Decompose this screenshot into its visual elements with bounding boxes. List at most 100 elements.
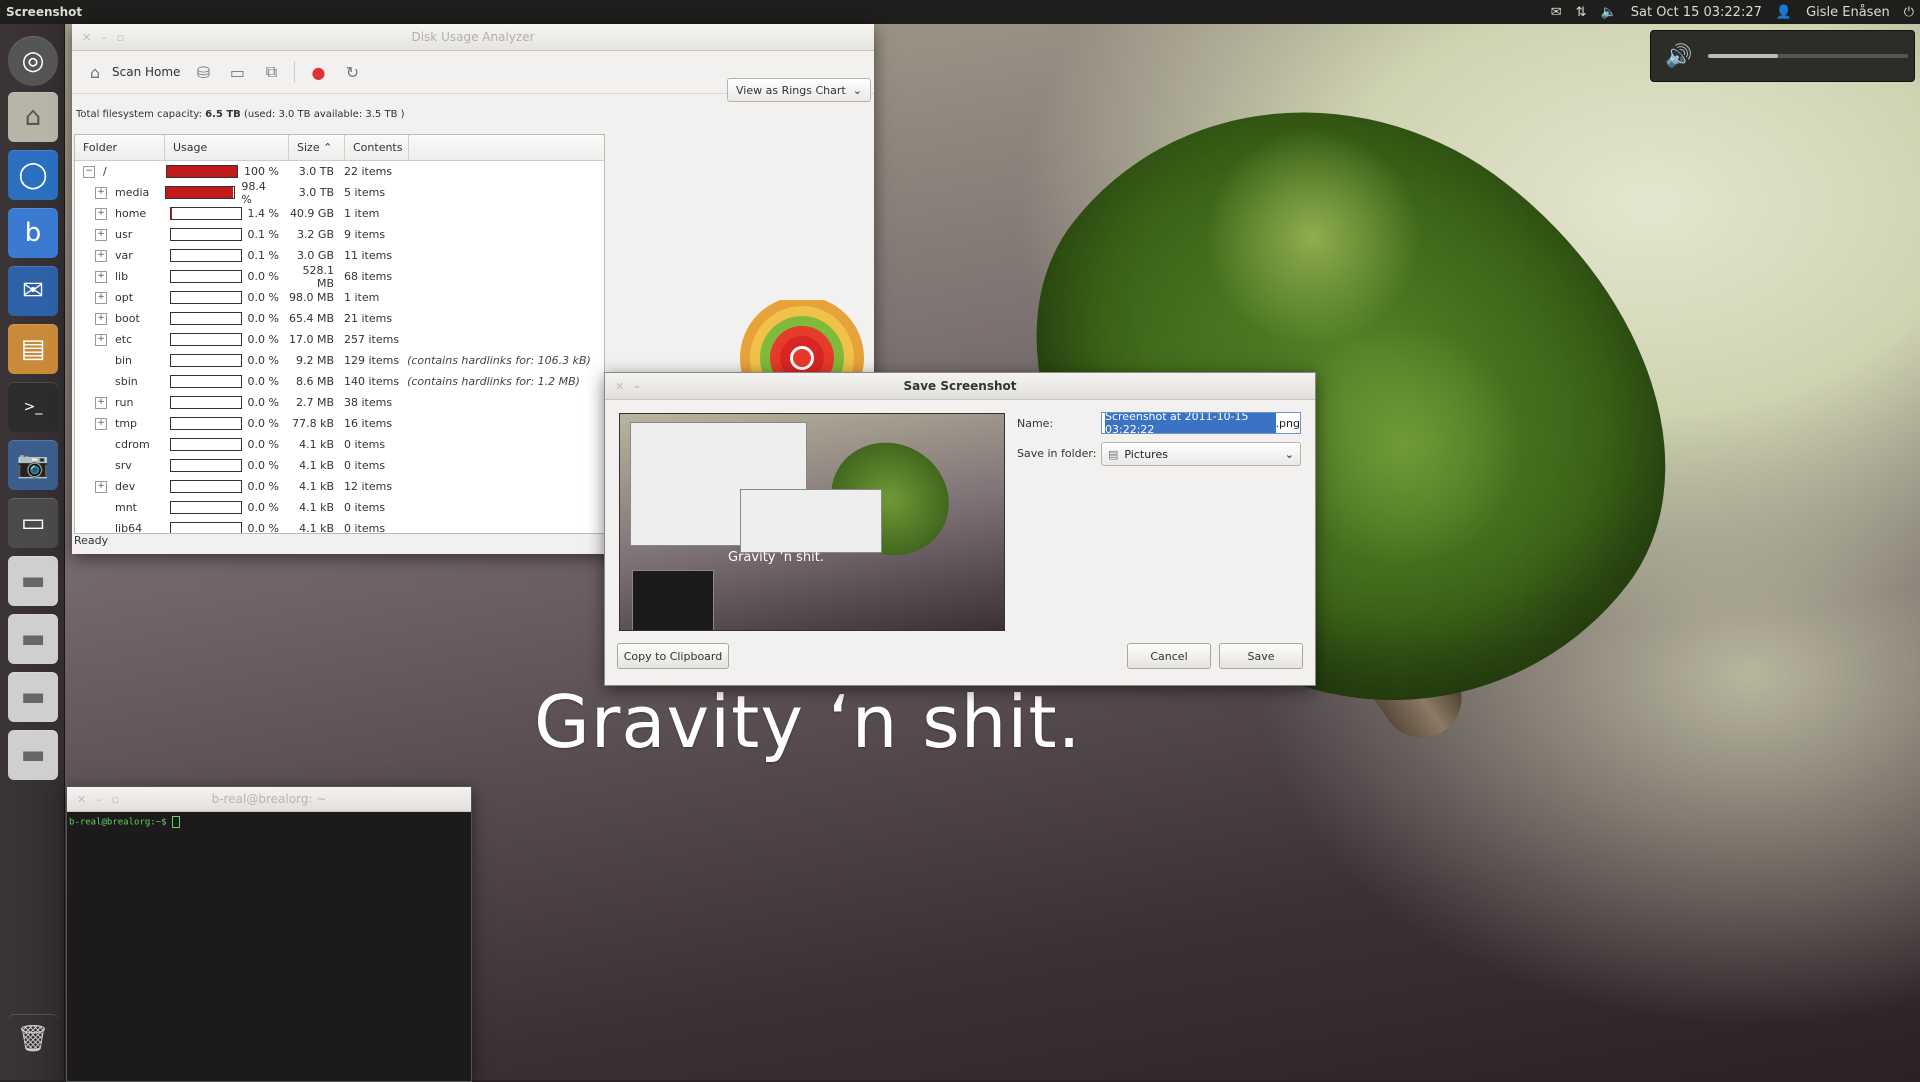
terminal-prompt[interactable]: b-real@brealorg:~$ (67, 812, 471, 832)
blogging-icon[interactable]: b (8, 208, 58, 258)
table-row[interactable]: +home1.4 %40.9 GB1 item (75, 203, 604, 224)
folder-cell: +tmp (75, 417, 165, 430)
table-row[interactable]: sbin0.0 %8.6 MB140 items(contains hardli… (75, 371, 604, 392)
terminal-titlebar[interactable]: ✕ – ▫ b-real@brealorg: ~ (67, 787, 471, 812)
minimize-icon[interactable]: – (101, 31, 107, 44)
table-row[interactable]: +lib0.0 %528.1 MB68 items (75, 266, 604, 287)
stop-icon[interactable]: ● (307, 61, 329, 83)
table-row[interactable]: lib640.0 %4.1 kB0 items (75, 518, 604, 534)
chromium-icon[interactable]: ◯ (8, 150, 58, 200)
contents-cell: 16 items (340, 417, 392, 430)
scan-remote-icon[interactable]: ⧉ (260, 61, 282, 83)
scan-home-button[interactable]: ⌂ Scan Home (84, 61, 180, 83)
col-size[interactable]: Size ⌃ (289, 135, 345, 160)
col-contents[interactable]: Contents (345, 135, 409, 160)
expander-icon[interactable]: + (95, 313, 107, 325)
terminal-title: b-real@brealorg: ~ (67, 792, 471, 806)
dash-icon[interactable]: ◎ (8, 36, 58, 86)
user-name[interactable]: Gisle Enåsen (1806, 5, 1890, 20)
usage-bar (170, 228, 242, 241)
volume-slider[interactable] (1708, 54, 1908, 58)
expander-icon[interactable]: + (95, 208, 107, 220)
expander-icon[interactable]: − (83, 166, 95, 178)
table-row[interactable]: +opt0.0 %98.0 MB1 item (75, 287, 604, 308)
speaker-icon[interactable]: 🔊 (1665, 44, 1692, 69)
expander-icon[interactable]: + (95, 187, 107, 199)
file-manager-icon[interactable]: ▤ (8, 324, 58, 374)
folder-cell: sbin (75, 375, 165, 388)
close-icon[interactable]: ✕ (82, 31, 91, 44)
table-row[interactable]: cdrom0.0 %4.1 kB0 items (75, 434, 604, 455)
cancel-button[interactable]: Cancel (1127, 643, 1211, 669)
usage-percent: 0.0 % (248, 354, 279, 367)
terminal-icon[interactable]: >_ (8, 382, 58, 432)
filename-input[interactable]: Screenshot at 2011-10-15 03:22:22.png (1101, 412, 1301, 434)
refresh-icon[interactable]: ↻ (341, 61, 363, 83)
window-icon[interactable]: ▭ (8, 498, 58, 548)
table-row[interactable]: bin0.0 %9.2 MB129 items(contains hardlin… (75, 350, 604, 371)
folder-name: opt (115, 291, 133, 304)
folder-tree[interactable]: Folder Usage Size ⌃ Contents −/100 %3.0 … (74, 134, 605, 534)
col-folder[interactable]: Folder (75, 135, 165, 160)
copy-to-clipboard-button[interactable]: Copy to Clipboard (617, 643, 729, 669)
mail-icon[interactable]: ✉ (1551, 5, 1562, 20)
minimize-icon[interactable]: – (96, 793, 102, 806)
trash-icon[interactable]: 🗑 (8, 1014, 58, 1064)
save-button[interactable]: Save (1219, 643, 1303, 669)
col-usage[interactable]: Usage (165, 135, 289, 160)
table-row[interactable]: +dev0.0 %4.1 kB12 items (75, 476, 604, 497)
screenshot-icon[interactable]: 📷 (8, 440, 58, 490)
expander-icon[interactable]: + (95, 271, 107, 283)
table-row[interactable]: +boot0.0 %65.4 MB21 items (75, 308, 604, 329)
usage-bar-fill (166, 187, 233, 198)
view-mode-select[interactable]: View as Rings Chart ⌄ (727, 78, 871, 102)
text-cursor (172, 816, 180, 828)
contents-cell: 12 items (340, 480, 392, 493)
drive-icon[interactable]: ▬ (8, 556, 58, 606)
expander-icon[interactable]: + (95, 250, 107, 262)
dialog-titlebar[interactable]: ✕ – Save Screenshot (605, 373, 1315, 400)
scan-folder-icon[interactable]: ▭ (226, 61, 248, 83)
scan-filesystem-icon[interactable]: ⛁ (192, 61, 214, 83)
volume-icon[interactable]: 🔈 (1601, 5, 1617, 20)
table-row[interactable]: srv0.0 %4.1 kB0 items (75, 455, 604, 476)
usage-cell: 0.0 % (165, 480, 285, 493)
size-cell: 17.0 MB (285, 333, 340, 346)
drive-icon[interactable]: ▬ (8, 730, 58, 780)
close-icon[interactable]: ✕ (77, 793, 86, 806)
table-row[interactable]: +run0.0 %2.7 MB38 items (75, 392, 604, 413)
expander-icon[interactable]: + (95, 229, 107, 241)
usage-cell: 0.1 % (165, 228, 285, 241)
folder-name: bin (115, 354, 132, 367)
network-icon[interactable]: ⇅ (1576, 5, 1587, 20)
minimize-icon[interactable]: – (634, 380, 640, 393)
table-row[interactable]: +usr0.1 %3.2 GB9 items (75, 224, 604, 245)
table-row[interactable]: +tmp0.0 %77.8 kB16 items (75, 413, 604, 434)
table-row[interactable]: mnt0.0 %4.1 kB0 items (75, 497, 604, 518)
expander-icon[interactable]: + (95, 334, 107, 346)
clock[interactable]: Sat Oct 15 03:22:27 (1631, 5, 1762, 20)
expander-icon[interactable]: + (95, 292, 107, 304)
drive-icon[interactable]: ▬ (8, 614, 58, 664)
maximize-icon[interactable]: ▫ (117, 31, 124, 44)
folder-name: lib64 (115, 522, 142, 534)
expander-icon[interactable]: + (95, 418, 107, 430)
save-folder-select[interactable]: ▤ Pictures ⌄ (1101, 442, 1301, 466)
contents-cell: 22 items (340, 165, 392, 178)
dua-titlebar[interactable]: ✕ – ▫ Disk Usage Analyzer (72, 24, 874, 51)
expander-icon[interactable]: + (95, 397, 107, 409)
expander-icon[interactable]: + (95, 481, 107, 493)
session-icon[interactable]: ⏻ (1904, 5, 1914, 20)
table-row[interactable]: −/100 %3.0 TB22 items (75, 161, 604, 182)
status-bar: Ready (74, 534, 108, 547)
close-icon[interactable]: ✕ (615, 380, 624, 393)
maximize-icon[interactable]: ▫ (112, 793, 119, 806)
table-row[interactable]: +media98.4 %3.0 TB5 items (75, 182, 604, 203)
usage-bar (170, 249, 242, 262)
folder-cell: +home (75, 207, 165, 220)
terminal-window[interactable]: ✕ – ▫ b-real@brealorg: ~ b-real@brealorg… (66, 786, 472, 1082)
drive-icon[interactable]: ▬ (8, 672, 58, 722)
home-folder-icon[interactable]: ⌂ (8, 92, 58, 142)
thunderbird-icon[interactable]: ✉ (8, 266, 58, 316)
table-row[interactable]: +etc0.0 %17.0 MB257 items (75, 329, 604, 350)
